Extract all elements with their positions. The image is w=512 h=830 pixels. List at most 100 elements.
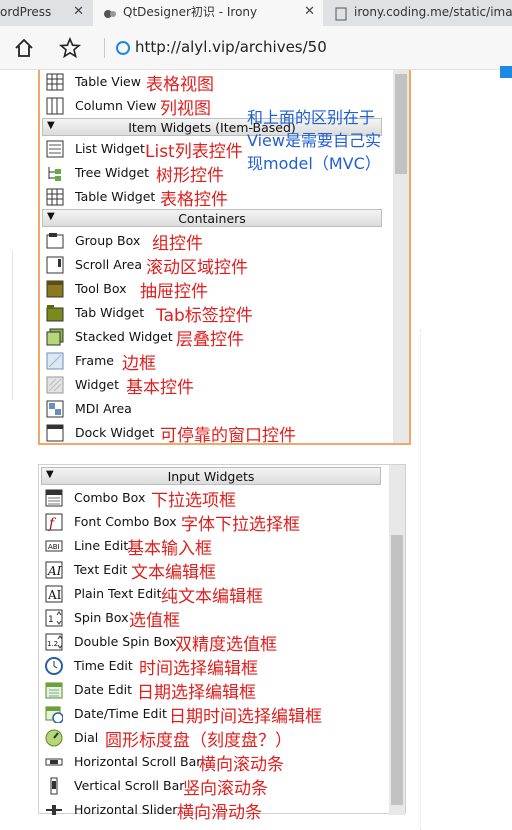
- star-icon[interactable]: [58, 36, 82, 60]
- widget-label: Text Edit: [74, 562, 128, 577]
- scroll-area-icon: [46, 256, 64, 274]
- widget-label: Tree Widget: [75, 165, 150, 180]
- annotation: 基本控件: [126, 378, 194, 398]
- guide-line: [12, 250, 13, 400]
- tab-wordpress[interactable]: ordPress ✕: [0, 0, 92, 26]
- view-vs-widget-note: 和上面的区别在于 View是需要自己实 现model（MVC）: [247, 106, 407, 175]
- vertical-scrollbar-icon: [45, 777, 63, 795]
- widget-label: Vertical Scroll Bar: [74, 778, 185, 793]
- widget-label: List Widget: [75, 141, 145, 156]
- frame-icon: [46, 352, 64, 370]
- clock-icon: [45, 657, 63, 675]
- close-icon[interactable]: ✕: [304, 0, 315, 24]
- annotation: 滚动区域控件: [146, 258, 248, 278]
- site-icon: [116, 41, 130, 55]
- spin-box-icon: 1: [45, 609, 63, 627]
- horizontal-scrollbar-icon: [45, 753, 63, 771]
- tab-bar: ordPress ✕ QtDesigner初识 - Irony ✕ irony.…: [0, 0, 512, 26]
- category-containers[interactable]: ▼ Containers: [42, 209, 382, 227]
- annotation: 选值框: [129, 611, 180, 631]
- home-icon[interactable]: [12, 36, 36, 60]
- font-combo-box-icon: f: [45, 513, 63, 532]
- annotation: 列视图: [160, 99, 211, 119]
- widget-label: Frame: [75, 353, 114, 368]
- annotation: 树形控件: [156, 166, 224, 186]
- annotation: 日期时间选择编辑框: [169, 707, 322, 727]
- category-input-widgets[interactable]: ▼ Input Widgets: [41, 467, 381, 485]
- svg-text:ABI: ABI: [48, 543, 60, 551]
- widget-label: Double Spin Box: [74, 634, 177, 649]
- annotation: 组控件: [152, 234, 203, 254]
- annotation: 圆形标度盘（刻度盘？）: [105, 731, 292, 751]
- widget-label: Column View: [75, 98, 157, 113]
- widget-label: Font Combo Box: [74, 514, 177, 529]
- table-widget-icon: [46, 188, 64, 206]
- group-box-icon: [46, 232, 64, 250]
- svg-text:AI: AI: [47, 564, 62, 578]
- guide-line: [420, 330, 421, 830]
- annotation: 可停靠的窗口控件: [160, 426, 296, 446]
- category-title: Input Widgets: [167, 469, 255, 484]
- close-icon[interactable]: ✕: [73, 0, 84, 24]
- widget-box-panel-input: ▼ Input Widgets Combo Box 下拉选项框 f Font C…: [38, 464, 406, 823]
- widget-label: Line Edit: [74, 538, 129, 553]
- svg-text:AI: AI: [47, 588, 62, 602]
- annotation: 竖向滚动条: [183, 779, 268, 799]
- widget-label: Table Widget: [75, 189, 156, 204]
- dock-widget-icon: [46, 424, 64, 442]
- annotation: 文本编辑框: [131, 563, 216, 583]
- widget-label: Time Edit: [74, 658, 133, 673]
- widget-label: Plain Text Edit: [74, 586, 162, 601]
- column-view-icon: [46, 97, 64, 115]
- annotation: 基本输入框: [127, 539, 212, 559]
- annotation: 字体下拉选择框: [181, 515, 300, 535]
- calendar-icon: [45, 681, 63, 699]
- annotation: 抽屉控件: [140, 282, 208, 302]
- tab-title: ordPress: [0, 5, 52, 19]
- tab-title: irony.coding.me/static/imag: [354, 5, 512, 19]
- annotation: 表格视图: [146, 75, 214, 95]
- text-edit-icon: AI: [45, 561, 63, 579]
- annotation: 纯文本编辑框: [161, 587, 263, 607]
- address-bar-row: http://alyl.vip/archives/50: [0, 26, 512, 78]
- scrollbar-thumb[interactable]: [391, 535, 403, 805]
- tab-irony-static[interactable]: irony.coding.me/static/imag: [324, 0, 512, 26]
- widget-label: Dial: [74, 730, 99, 745]
- widget-icon: [46, 376, 64, 394]
- tab-qtdesigner[interactable]: QtDesigner初识 - Irony ✕: [93, 0, 323, 26]
- vertical-scrollbar[interactable]: [389, 465, 405, 815]
- widget-label: Date Edit: [74, 682, 133, 697]
- annotation: 双精度选值框: [175, 635, 277, 655]
- svg-text:1: 1: [48, 615, 54, 625]
- widget-label: Horizontal Scroll Bar: [74, 754, 202, 769]
- annotation: 日期选择编辑框: [137, 683, 256, 703]
- tab-widget-icon: [46, 304, 64, 322]
- annotation: 时间选择编辑框: [139, 659, 258, 679]
- widget-label: Horizontal Slider: [74, 802, 178, 817]
- horizontal-slider-icon: [45, 801, 63, 819]
- widget-label: Scroll Area: [75, 257, 143, 272]
- url-field[interactable]: http://alyl.vip/archives/50: [135, 38, 327, 56]
- svg-text:1.2: 1.2: [47, 640, 58, 648]
- note-line: 和上面的区别在于: [247, 108, 376, 127]
- annotation: List列表控件: [145, 142, 243, 162]
- widget-label: Widget: [75, 377, 120, 392]
- line-edit-icon: ABI: [45, 537, 63, 555]
- annotation: 边框: [122, 354, 156, 374]
- irony-favicon-icon: [103, 5, 117, 19]
- note-line: View是需要自己实: [247, 131, 381, 150]
- widget-label: Tool Box: [75, 281, 127, 296]
- mdi-area-icon: [46, 400, 64, 418]
- annotation: 层叠控件: [176, 330, 244, 350]
- tree-widget-icon: [46, 164, 64, 182]
- category-title: Containers: [178, 211, 246, 226]
- annotation: 横向滚动条: [199, 755, 284, 775]
- annotation: 横向滑动条: [177, 803, 262, 823]
- widget-label: Stacked Widget: [75, 329, 173, 344]
- stacked-widget-icon: [46, 328, 64, 346]
- plain-text-edit-icon: AI: [45, 585, 63, 603]
- dial-icon: [45, 729, 63, 747]
- note-line: 现model（MVC）: [247, 154, 381, 173]
- widget-label: Dock Widget: [75, 425, 155, 440]
- calendar-clock-icon: [45, 705, 64, 724]
